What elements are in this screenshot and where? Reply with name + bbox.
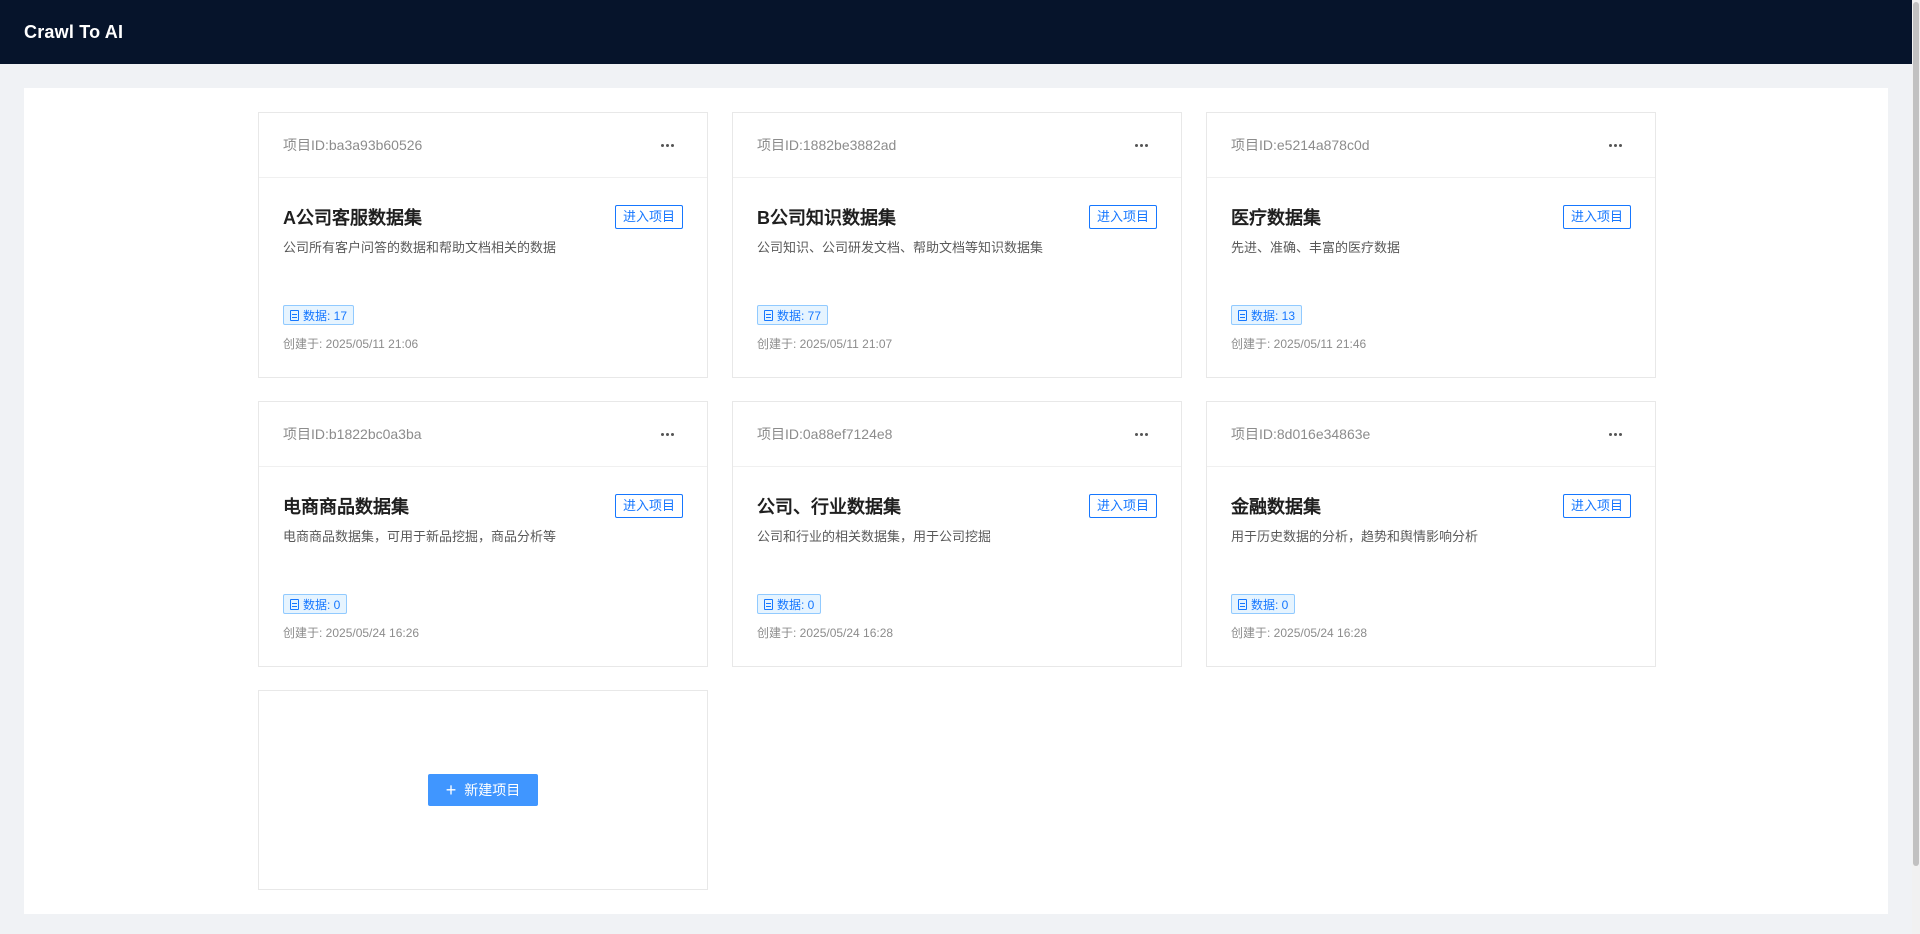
data-count-label: 数据: 0 — [1251, 597, 1289, 612]
project-description: 用于历史数据的分析，趋势和舆情影响分析 — [1231, 529, 1479, 544]
created-time: 创建于: 2025/05/11 21:46 — [1231, 337, 1367, 351]
new-project-label: 新建项目 — [464, 782, 521, 798]
card-body: B公司知识数据集 进入项目 公司知识、公司研发文档、帮助文档等知识数据集 — [733, 178, 1181, 258]
project-description: 电商商品数据集，可用于新品挖掘，商品分析等 — [283, 529, 557, 544]
enter-project-button[interactable]: 进入项目 — [1088, 494, 1157, 518]
data-count-badge: 数据: 13 — [1231, 305, 1303, 325]
created-time: 创建于: 2025/05/11 21:07 — [757, 337, 893, 351]
database-icon — [764, 598, 773, 610]
card-header: 项目ID:e5214a878c0d — [1207, 113, 1655, 178]
card-body: 金融数据集 进入项目 用于历史数据的分析，趋势和舆情影响分析 — [1207, 467, 1655, 547]
project-card: 项目ID:e5214a878c0d 医疗数据集 进入项目 先进、准确、丰富的医疗… — [1206, 112, 1656, 378]
app-title: Crawl To AI — [24, 21, 124, 42]
project-description: 先进、准确、丰富的医疗数据 — [1231, 240, 1401, 255]
database-icon — [1238, 309, 1247, 321]
card-header: 项目ID:0a88ef7124e8 — [733, 402, 1181, 467]
project-card: 项目ID:b1822bc0a3ba 电商商品数据集 进入项目 电商商品数据集，可… — [258, 401, 708, 667]
project-name: 金融数据集 — [1231, 497, 1321, 517]
data-count-badge: 数据: 17 — [283, 305, 355, 325]
project-card: 项目ID:ba3a93b60526 A公司客服数据集 进入项目 公司所有客户问答… — [258, 112, 708, 378]
project-name: B公司知识数据集 — [757, 208, 896, 228]
project-id: 项目ID:0a88ef7124e8 — [757, 426, 893, 442]
created-time: 创建于: 2025/05/24 16:26 — [283, 626, 420, 640]
data-count-badge: 数据: 77 — [757, 305, 829, 325]
more-options-icon[interactable] — [651, 133, 683, 157]
project-card: 项目ID:0a88ef7124e8 公司、行业数据集 进入项目 公司和行业的相关… — [732, 401, 1182, 667]
more-options-icon[interactable] — [1599, 422, 1631, 446]
project-id: 项目ID:e5214a878c0d — [1231, 137, 1370, 153]
more-options-icon[interactable] — [651, 422, 683, 446]
database-icon — [290, 309, 299, 321]
more-options-icon[interactable] — [1599, 133, 1631, 157]
project-id: 项目ID:b1822bc0a3ba — [283, 426, 422, 442]
data-count-badge: 数据: 0 — [1231, 594, 1296, 614]
database-icon — [290, 598, 299, 610]
enter-project-button[interactable]: 进入项目 — [614, 205, 683, 229]
vertical-scrollbar[interactable] — [1912, 0, 1920, 934]
project-description: 公司和行业的相关数据集，用于公司挖掘 — [757, 529, 992, 544]
card-body: 公司、行业数据集 进入项目 公司和行业的相关数据集，用于公司挖掘 — [733, 467, 1181, 547]
project-description: 公司所有客户问答的数据和帮助文档相关的数据 — [283, 240, 557, 255]
more-options-icon[interactable] — [1125, 422, 1157, 446]
enter-project-button[interactable]: 进入项目 — [1562, 494, 1631, 518]
data-count-label: 数据: 0 — [777, 597, 815, 612]
project-name: 医疗数据集 — [1231, 208, 1321, 228]
data-count-badge: 数据: 0 — [757, 594, 822, 614]
card-header: 项目ID:8d016e34863e — [1207, 402, 1655, 467]
project-id: 项目ID:1882be3882ad — [757, 137, 897, 153]
new-project-card: + 新建项目 — [258, 690, 708, 890]
project-card: 项目ID:1882be3882ad B公司知识数据集 进入项目 公司知识、公司研… — [732, 112, 1182, 378]
top-header: Crawl To AI — [0, 0, 1912, 64]
created-time: 创建于: 2025/05/24 16:28 — [1231, 626, 1368, 640]
data-count-label: 数据: 17 — [303, 308, 348, 323]
card-body: 电商商品数据集 进入项目 电商商品数据集，可用于新品挖掘，商品分析等 — [259, 467, 707, 547]
project-name: 电商商品数据集 — [283, 497, 409, 517]
created-time: 创建于: 2025/05/24 16:28 — [757, 626, 894, 640]
database-icon — [1238, 598, 1247, 610]
project-id: 项目ID:8d016e34863e — [1231, 426, 1371, 442]
data-count-label: 数据: 0 — [303, 597, 341, 612]
project-name: A公司客服数据集 — [283, 208, 422, 228]
database-icon — [764, 309, 773, 321]
data-count-badge: 数据: 0 — [283, 594, 348, 614]
data-count-label: 数据: 13 — [1251, 308, 1296, 323]
data-count-label: 数据: 77 — [777, 308, 822, 323]
enter-project-button[interactable]: 进入项目 — [1088, 205, 1157, 229]
created-time: 创建于: 2025/05/11 21:06 — [283, 337, 419, 351]
card-header: 项目ID:b1822bc0a3ba — [259, 402, 707, 467]
card-header: 项目ID:ba3a93b60526 — [259, 113, 707, 178]
enter-project-button[interactable]: 进入项目 — [614, 494, 683, 518]
project-id: 项目ID:ba3a93b60526 — [283, 137, 423, 153]
project-name: 公司、行业数据集 — [757, 497, 901, 517]
plus-icon: + — [445, 780, 457, 800]
project-description: 公司知识、公司研发文档、帮助文档等知识数据集 — [757, 240, 1044, 255]
card-body: 医疗数据集 进入项目 先进、准确、丰富的医疗数据 — [1207, 178, 1655, 258]
card-body: A公司客服数据集 进入项目 公司所有客户问答的数据和帮助文档相关的数据 — [259, 178, 707, 258]
project-card: 项目ID:8d016e34863e 金融数据集 进入项目 用于历史数据的分析，趋… — [1206, 401, 1656, 667]
more-options-icon[interactable] — [1125, 133, 1157, 157]
scrollbar-thumb[interactable] — [1913, 2, 1919, 866]
enter-project-button[interactable]: 进入项目 — [1562, 205, 1631, 229]
new-project-button[interactable]: + 新建项目 — [428, 774, 538, 806]
card-header: 项目ID:1882be3882ad — [733, 113, 1181, 178]
